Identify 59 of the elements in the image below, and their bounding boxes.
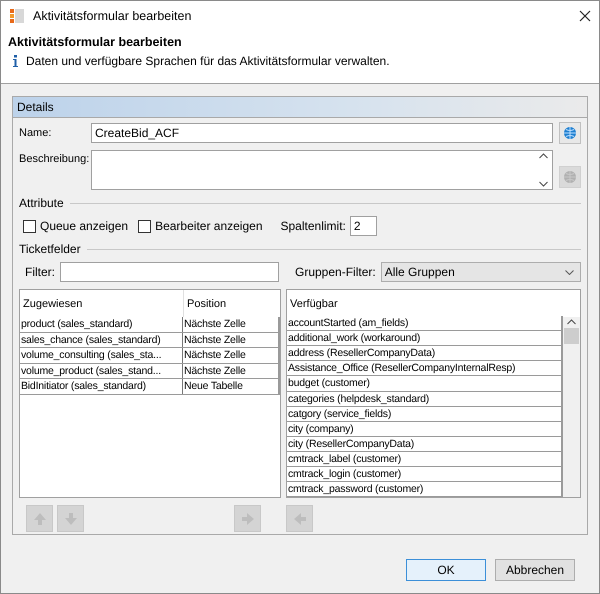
group-filter-dropdown[interactable]: Alle Gruppen (380, 262, 581, 282)
column-limit-field[interactable]: 2 (350, 216, 377, 236)
filter-field[interactable] (60, 262, 279, 282)
globe-icon (563, 170, 577, 184)
info-text: Daten und verfügbare Sprachen für das Aktivitätsformular verwalten. (26, 54, 390, 68)
table-cell: sales_chance (sales_standard) (20, 332, 183, 347)
table-cell-text: Nächste Zelle (183, 317, 247, 332)
table-cell: volume_consulting (sales_sta... (20, 348, 183, 362)
table-cell[interactable]: catgory (service_fields) (287, 406, 561, 421)
table-cell[interactable]: Assistance_Office (ResellerCompanyInternalResp) (287, 361, 561, 376)
table-cell: product (sales_standard) (20, 317, 183, 332)
field-label: Filter: (25, 265, 55, 279)
table-cell-text: Nächste Zelle (183, 364, 247, 378)
table-cell[interactable]: cmtrack_label (customer) (287, 452, 561, 466)
window-title: Aktivitätsformular bearbeiten (33, 8, 192, 22)
table-cell[interactable]: city (company) (287, 422, 561, 436)
dialog-heading: Aktivitätsformular bearbeiten (8, 35, 183, 49)
section-title: Attribute (19, 196, 64, 210)
table-cell[interactable]: address (ResellerCompanyData) (287, 346, 561, 360)
checkbox-label: Queue anzeigen (40, 219, 128, 233)
table-cell-text: Nächste Zelle (183, 332, 247, 347)
ok-button[interactable]: OK (406, 559, 486, 581)
table-cell[interactable]: budget (customer) (287, 376, 561, 390)
checkbox-label: Bearbeiter anzeigen (155, 219, 262, 233)
scroll-up-icon[interactable] (567, 319, 576, 325)
table-cell[interactable]: cmtrack_login (customer) (287, 466, 561, 481)
section-title: Ticketfelder (19, 242, 81, 256)
app-icon (9, 8, 25, 24)
table-cell[interactable]: cmtrack_password (customer) (287, 482, 561, 496)
name-field[interactable]: CreateBid_ACF (91, 123, 553, 143)
panel-title: Details (13, 97, 587, 118)
table-cell[interactable]: accountStarted (am_fields) (287, 316, 561, 330)
checkbox[interactable] (23, 220, 36, 232)
field-label: Spaltenlimit: (280, 219, 346, 233)
cancel-button[interactable]: Abbrechen (495, 559, 575, 581)
table-cell-text: Nächste Zelle (183, 348, 247, 362)
table-cell-text: Neue Tabelle (183, 379, 244, 394)
chevron-down-icon (565, 270, 574, 274)
language-button[interactable] (559, 122, 581, 144)
scroll-up-icon[interactable] (539, 153, 548, 159)
field-label: Gruppen-Filter: (295, 265, 376, 279)
scroll-down-icon[interactable] (539, 181, 548, 187)
scroll-thumb[interactable] (564, 328, 579, 344)
column-header[interactable]: Zugewiesen (20, 290, 184, 317)
close-icon[interactable] (579, 10, 591, 22)
scrollbar[interactable] (563, 317, 580, 497)
table-cell[interactable]: additional_work (workaround) (287, 331, 561, 346)
table-cell: volume_product (sales_stand... (20, 364, 183, 378)
table-cell: BidInitiator (sales_standard) (20, 379, 183, 394)
checkbox[interactable] (138, 220, 152, 232)
column-header[interactable]: Verfügbar (287, 290, 563, 316)
table-cell[interactable]: city (ResellerCompanyData) (287, 436, 561, 451)
field-label: Beschreibung: (19, 152, 90, 165)
description-field[interactable] (91, 150, 553, 190)
info-icon (13, 55, 18, 67)
table-cell[interactable]: categories (helpdesk_standard) (287, 392, 561, 406)
column-header[interactable]: Position (184, 290, 280, 317)
globe-icon (563, 126, 577, 140)
field-label: Name: (19, 127, 52, 139)
